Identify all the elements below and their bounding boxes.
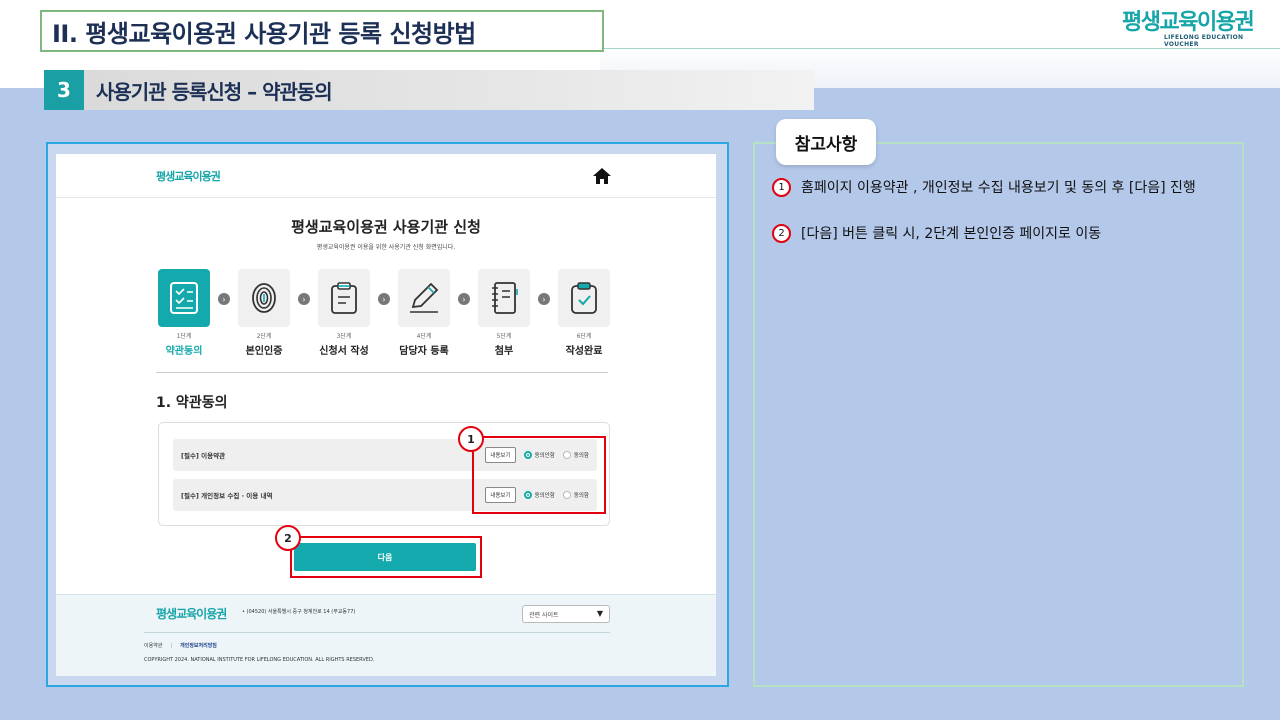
note-item-1: 1 홈페이지 이용약관 , 개인정보 수집 내용보기 및 동의 후 [다음] 진… — [772, 177, 1196, 197]
footer-address: • (04520) 서울특별시 중구 청계천로 14 (무교동77) — [242, 609, 356, 615]
clipboard-icon — [331, 282, 357, 314]
chevron-right-icon: › — [218, 293, 230, 305]
step-number: 2단계 — [256, 333, 272, 340]
callout-2: 2 — [275, 525, 301, 551]
fingerprint-icon — [252, 283, 276, 313]
terms-section-heading: 1. 약관동의 — [156, 395, 228, 411]
note-number: 1 — [772, 177, 791, 197]
steps-divider — [156, 372, 608, 373]
checklist-icon — [170, 282, 198, 314]
step-5: 5단계 첨부 — [478, 269, 530, 357]
step-label: 신청서 작성 — [319, 346, 369, 357]
slide-title-box: II. 평생교육이용권 사용기관 등록 신청방법 — [40, 10, 604, 52]
site-footer: 평생교육이용권 • (04520) 서울특별시 중구 청계천로 14 (무교동7… — [56, 594, 716, 676]
title-underline — [604, 48, 1280, 49]
highlight-box-next — [290, 536, 482, 578]
pencil-icon — [410, 282, 439, 313]
caret-down-icon: ▼ — [596, 609, 603, 618]
brand-logo: 평생교육이용권 LIFELONG EDUCATION VOUCHER — [1122, 4, 1262, 48]
brand-logo-english: LIFELONG EDUCATION VOUCHER — [1164, 34, 1244, 48]
notes-tag: 참고사항 — [776, 119, 876, 165]
screenshot-header: 평생교육이용권 — [56, 154, 716, 198]
notebook-icon — [492, 282, 518, 314]
step-6: 6단계 작성완료 — [558, 269, 610, 357]
step-4: 4단계 담당자 등록 — [398, 269, 450, 357]
section-bar: 3 사용기관 등록신청 – 약관동의 — [44, 70, 814, 110]
step-number: 4단계 — [416, 333, 432, 340]
note-number: 2 — [772, 223, 791, 243]
term-label: [필수] 개인정보 수집 · 이용 내역 — [181, 492, 273, 500]
step-label: 담당자 등록 — [399, 346, 449, 357]
step-number: 6단계 — [576, 333, 592, 340]
chevron-right-icon: › — [298, 293, 310, 305]
note-text: 홈페이지 이용약관 , 개인정보 수집 내용보기 및 동의 후 [다음] 진행 — [801, 180, 1196, 196]
screenshot-page: 평생교육이용권 평생교육이용권 사용기관 신청 평생교육이용권 이용을 위한 사… — [56, 154, 716, 676]
page-title: 평생교육이용권 사용기관 신청 — [291, 218, 481, 236]
clipboard-check-icon — [571, 282, 597, 314]
footer-divider — [144, 632, 610, 633]
footer-link-terms[interactable]: 이용약관 — [144, 643, 162, 649]
step-label: 약관동의 — [165, 346, 203, 357]
callout-1: 1 — [458, 426, 484, 452]
slide-title: II. 평생교육이용권 사용기관 등록 신청방법 — [52, 19, 476, 48]
footer-links: 이용약관 | 개인정보처리방침 — [144, 642, 217, 649]
select-label: 관련 사이트 — [529, 611, 559, 619]
brand-logo-text: 평생교육이용권 — [1122, 10, 1255, 35]
related-sites-select[interactable]: 관련 사이트 ▼ — [522, 605, 610, 623]
chevron-right-icon: › — [378, 293, 390, 305]
footer-logo: 평생교육이용권 — [156, 607, 227, 621]
step-label: 본인인증 — [245, 346, 283, 357]
highlight-box-terms — [472, 436, 606, 514]
chevron-right-icon: › — [458, 293, 470, 305]
step-1: 1단계 약관동의 — [158, 269, 210, 357]
step-label: 첨부 — [494, 346, 514, 357]
chevron-right-icon: › — [538, 293, 550, 305]
term-label: [필수] 이용약관 — [181, 452, 226, 460]
step-2: 2단계 본인인증 — [238, 269, 290, 357]
footer-link-privacy[interactable]: 개인정보처리방침 — [180, 643, 217, 649]
step-label: 작성완료 — [565, 346, 603, 357]
footer-link-separator: | — [170, 643, 173, 649]
page-subtitle: 평생교육이용권 이용을 위한 사용기관 신청 화면입니다. — [316, 244, 456, 251]
home-icon[interactable] — [592, 166, 612, 186]
step-number: 3단계 — [336, 333, 352, 340]
site-logo[interactable]: 평생교육이용권 — [156, 168, 221, 184]
section-number: 3 — [44, 70, 84, 110]
screenshot-frame: 평생교육이용권 평생교육이용권 사용기관 신청 평생교육이용권 이용을 위한 사… — [46, 142, 729, 687]
step-number: 5단계 — [496, 333, 512, 340]
footer-copyright: COPYRIGHT 2024. NATIONAL INSTITUTE FOR L… — [144, 657, 375, 663]
note-item-2: 2 [다음] 버튼 클릭 시, 2단계 본인인증 페이지로 이동 — [772, 223, 1101, 243]
step-3: 3단계 신청서 작성 — [318, 269, 370, 357]
step-number: 1단계 — [176, 333, 192, 340]
note-text: [다음] 버튼 클릭 시, 2단계 본인인증 페이지로 이동 — [801, 226, 1102, 242]
section-title: 사용기관 등록신청 – 약관동의 — [96, 79, 333, 104]
